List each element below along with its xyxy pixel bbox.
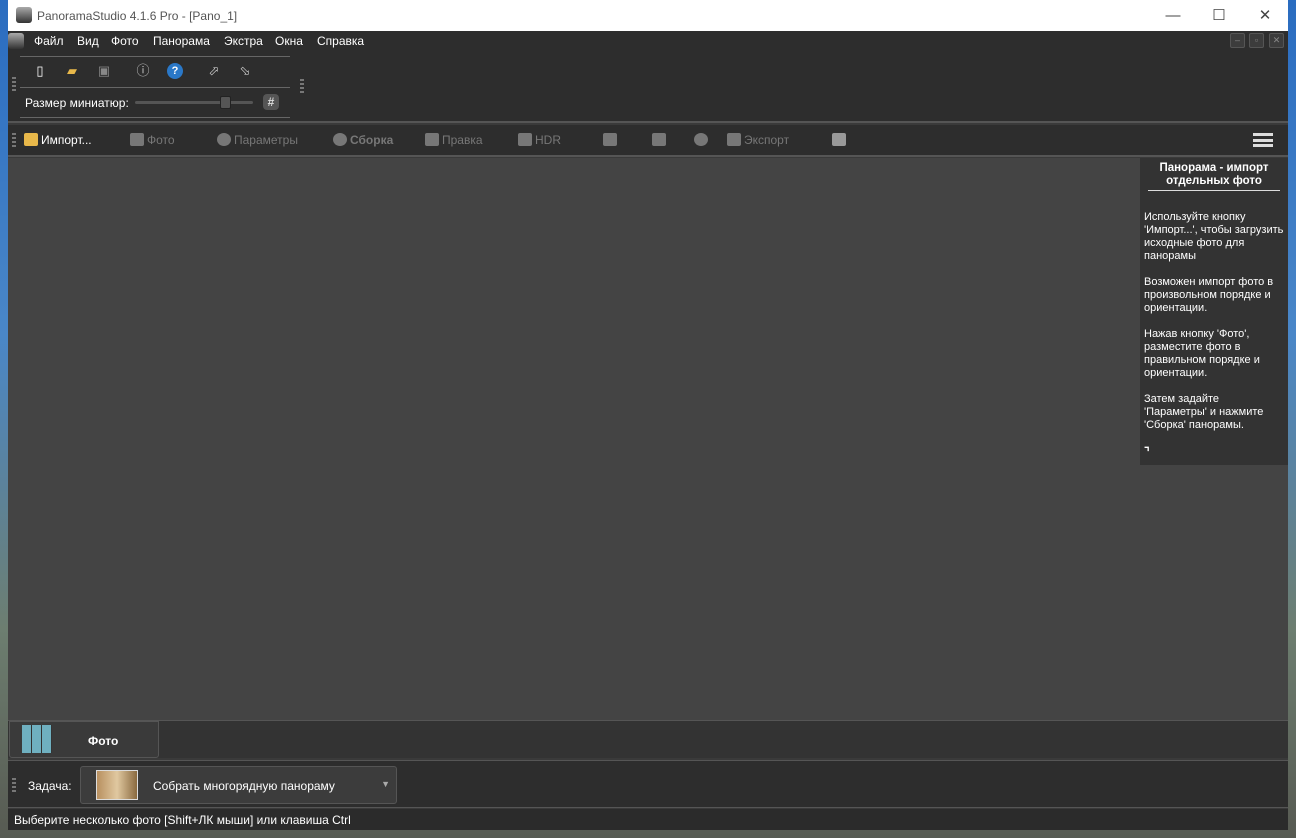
mdi-minimize-icon[interactable]: – [1230, 33, 1245, 48]
tab-photo[interactable]: Фото [9, 721, 159, 758]
print-button[interactable] [832, 133, 849, 147]
mdi-close-icon[interactable]: ✕ [1269, 33, 1284, 48]
hamburger-menu-icon[interactable] [1253, 133, 1273, 147]
photo-workspace[interactable] [8, 158, 1288, 720]
export-icon [727, 133, 741, 146]
help-paragraph: Используйте кнопку 'Импорт...', чтобы за… [1144, 211, 1284, 263]
redo-icon[interactable]: ⬂ [237, 63, 253, 79]
publish-icon [694, 133, 708, 146]
close-button[interactable]: ✕ [1242, 0, 1288, 31]
toolbar-area: ▯ ▰ ▣ ⓘ ? ⬀ ⬂ Размер миниатюр: # [8, 51, 1288, 123]
menu-bar: Файл Вид Фото Панорама Экстра Окна Справ… [8, 31, 1288, 51]
open-folder-icon[interactable]: ▰ [64, 63, 80, 79]
import-icon [24, 133, 38, 146]
stitch-button[interactable]: Сборка [333, 133, 393, 147]
menu-extra[interactable]: Экстра [224, 34, 263, 48]
minimize-button[interactable]: — [1150, 0, 1196, 31]
preview-button[interactable] [652, 133, 669, 147]
import-button[interactable]: Импорт... [24, 133, 92, 147]
thumb-size-label: Размер миниатюр: [25, 96, 129, 110]
stitch-label: Сборка [350, 133, 393, 147]
help-paragraph: Нажав кнопку 'Фото', разместите фото в п… [1144, 328, 1284, 380]
app-window: PanoramaStudio 4.1.6 Pro - [Pano_1] — ☐ … [8, 0, 1288, 830]
task-value: Собрать многорядную панораму [153, 779, 335, 793]
app-icon [16, 7, 32, 23]
edit-icon [425, 133, 439, 146]
export-button[interactable]: Экспорт [727, 133, 789, 147]
stitch-icon [333, 133, 347, 146]
params-label: Параметры [234, 133, 298, 147]
photo-label: Фото [147, 133, 175, 147]
chevron-down-icon: ▼ [381, 779, 390, 789]
menu-panorama[interactable]: Панорама [153, 34, 210, 48]
print-icon [832, 133, 846, 146]
toolbar-grip[interactable] [12, 778, 16, 792]
photo-icon [130, 133, 144, 146]
toolbar-grip[interactable] [12, 77, 16, 91]
crop-icon [603, 133, 617, 146]
help-panel: Панорама - импорт отдельных фото Использ… [1140, 158, 1288, 465]
hdr-label: HDR [535, 133, 561, 147]
undo-icon[interactable]: ⬀ [206, 63, 222, 79]
help-paragraph: Возможен импорт фото в произвольном поря… [1144, 276, 1284, 315]
task-select[interactable]: Собрать многорядную панораму ▼ [80, 766, 397, 804]
menu-windows[interactable]: Окна [275, 34, 303, 48]
task-bar: Задача: Собрать многорядную панораму ▼ [8, 760, 1288, 808]
new-file-icon[interactable]: ▯ [32, 63, 48, 79]
menu-help[interactable]: Справка [317, 34, 364, 48]
toolbar-grip[interactable] [12, 133, 16, 147]
info-icon[interactable]: ⓘ [135, 63, 151, 79]
collapse-help-icon[interactable]: ⌝ [1144, 445, 1284, 459]
main-toolbar: Импорт... Фото Параметры Сборка Правка H… [8, 125, 1288, 157]
tab-photo-label: Фото [88, 734, 118, 748]
params-button[interactable]: Параметры [217, 133, 298, 147]
edit-button[interactable]: Правка [425, 133, 483, 147]
window-title: PanoramaStudio 4.1.6 Pro - [Pano_1] [37, 9, 237, 23]
toolbar-grip[interactable] [300, 79, 304, 93]
mdi-restore-icon[interactable]: ▫ [1249, 33, 1264, 48]
export-label: Экспорт [744, 133, 789, 147]
crop-button[interactable] [603, 133, 620, 147]
save-icon[interactable]: ▣ [96, 63, 112, 79]
grid-view-icon [22, 725, 52, 753]
help-title: Панорама - импорт отдельных фото [1148, 162, 1280, 191]
hdr-button[interactable]: HDR [518, 133, 561, 147]
thumb-size-slider[interactable] [135, 101, 253, 104]
panorama-photos-icon [96, 770, 138, 800]
preview-icon [652, 133, 666, 146]
title-bar: PanoramaStudio 4.1.6 Pro - [Pano_1] — ☐ … [8, 0, 1288, 31]
photo-button[interactable]: Фото [130, 133, 175, 147]
help-icon[interactable]: ? [167, 63, 183, 79]
publish-button[interactable] [694, 133, 711, 147]
edit-label: Правка [442, 133, 483, 147]
menu-photo[interactable]: Фото [111, 34, 139, 48]
menu-file[interactable]: Файл [34, 34, 64, 48]
slider-handle[interactable] [220, 96, 231, 109]
menu-view[interactable]: Вид [77, 34, 99, 48]
grid-button[interactable]: # [263, 94, 279, 110]
help-paragraph: Затем задайте 'Параметры' и нажмите 'Сбо… [1144, 393, 1284, 432]
task-label: Задача: [28, 779, 72, 793]
hdr-icon [518, 133, 532, 146]
view-tab-bar: Фото [8, 720, 1288, 758]
status-bar: Выберите несколько фото [Shift+ЛК мыши] … [8, 809, 1288, 830]
gear-icon [217, 133, 231, 146]
maximize-button[interactable]: ☐ [1196, 0, 1242, 31]
app-menu-icon[interactable] [8, 33, 24, 49]
import-label: Импорт... [41, 133, 92, 147]
